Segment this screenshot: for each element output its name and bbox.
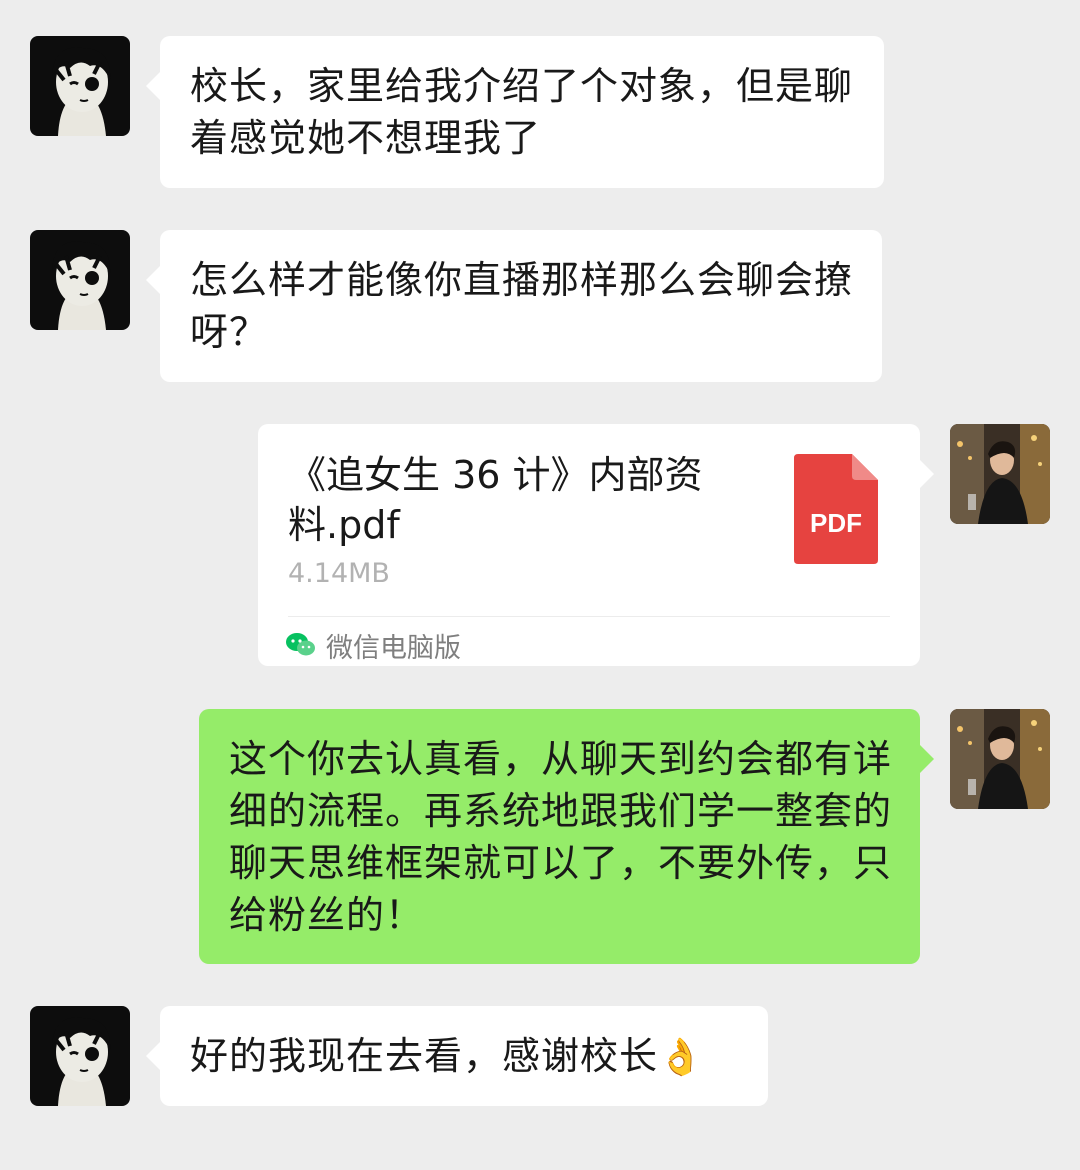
message-bubble-incoming[interactable]: 校长，家里给我介绍了个对象，但是聊着感觉她不想理我了 <box>146 36 884 188</box>
pdf-icon-label: PDF <box>810 508 862 538</box>
message-text: 这个你去认真看，从聊天到约会都有详细的流程。再系统地跟我们学一整套的聊天思维框架… <box>229 737 893 937</box>
file-source-label: 微信电脑版 <box>326 632 461 664</box>
message-text-body: 好的我现在去看，感谢校长 <box>190 1034 659 1078</box>
self-avatar[interactable] <box>950 709 1050 809</box>
message-text: 校长，家里给我介绍了个对象，但是聊着感觉她不想理我了 <box>190 64 854 160</box>
contact-avatar[interactable] <box>30 1006 130 1106</box>
file-card-divider <box>288 616 890 617</box>
file-message-card[interactable]: 《追女生 36 计》内部资料.pdf 4.14MB PDF 微信电脑版 <box>258 424 934 666</box>
file-name: 《追女生 36 计》内部资料.pdf <box>288 453 703 547</box>
message-text: 好的我现在去看，感谢校长👌 <box>190 1030 750 1084</box>
file-source: 微信电脑版 <box>286 624 461 666</box>
ok-hand-emoji: 👌 <box>658 1037 704 1078</box>
wechat-icon <box>286 633 315 656</box>
contact-avatar[interactable] <box>30 230 130 330</box>
contact-avatar[interactable] <box>30 36 130 136</box>
file-size: 4.14MB <box>288 558 390 589</box>
message-bubble-outgoing[interactable]: 这个你去认真看，从聊天到约会都有详细的流程。再系统地跟我们学一整套的聊天思维框架… <box>199 709 934 964</box>
message-text: 怎么样才能像你直播那样那么会聊会撩呀？ <box>190 258 854 354</box>
message-bubble-incoming[interactable]: 怎么样才能像你直播那样那么会聊会撩呀？ <box>146 230 882 382</box>
self-avatar[interactable] <box>950 424 1050 524</box>
pdf-icon: PDF <box>794 454 878 564</box>
message-bubble-incoming[interactable]: 好的我现在去看，感谢校长👌 <box>146 1006 768 1106</box>
